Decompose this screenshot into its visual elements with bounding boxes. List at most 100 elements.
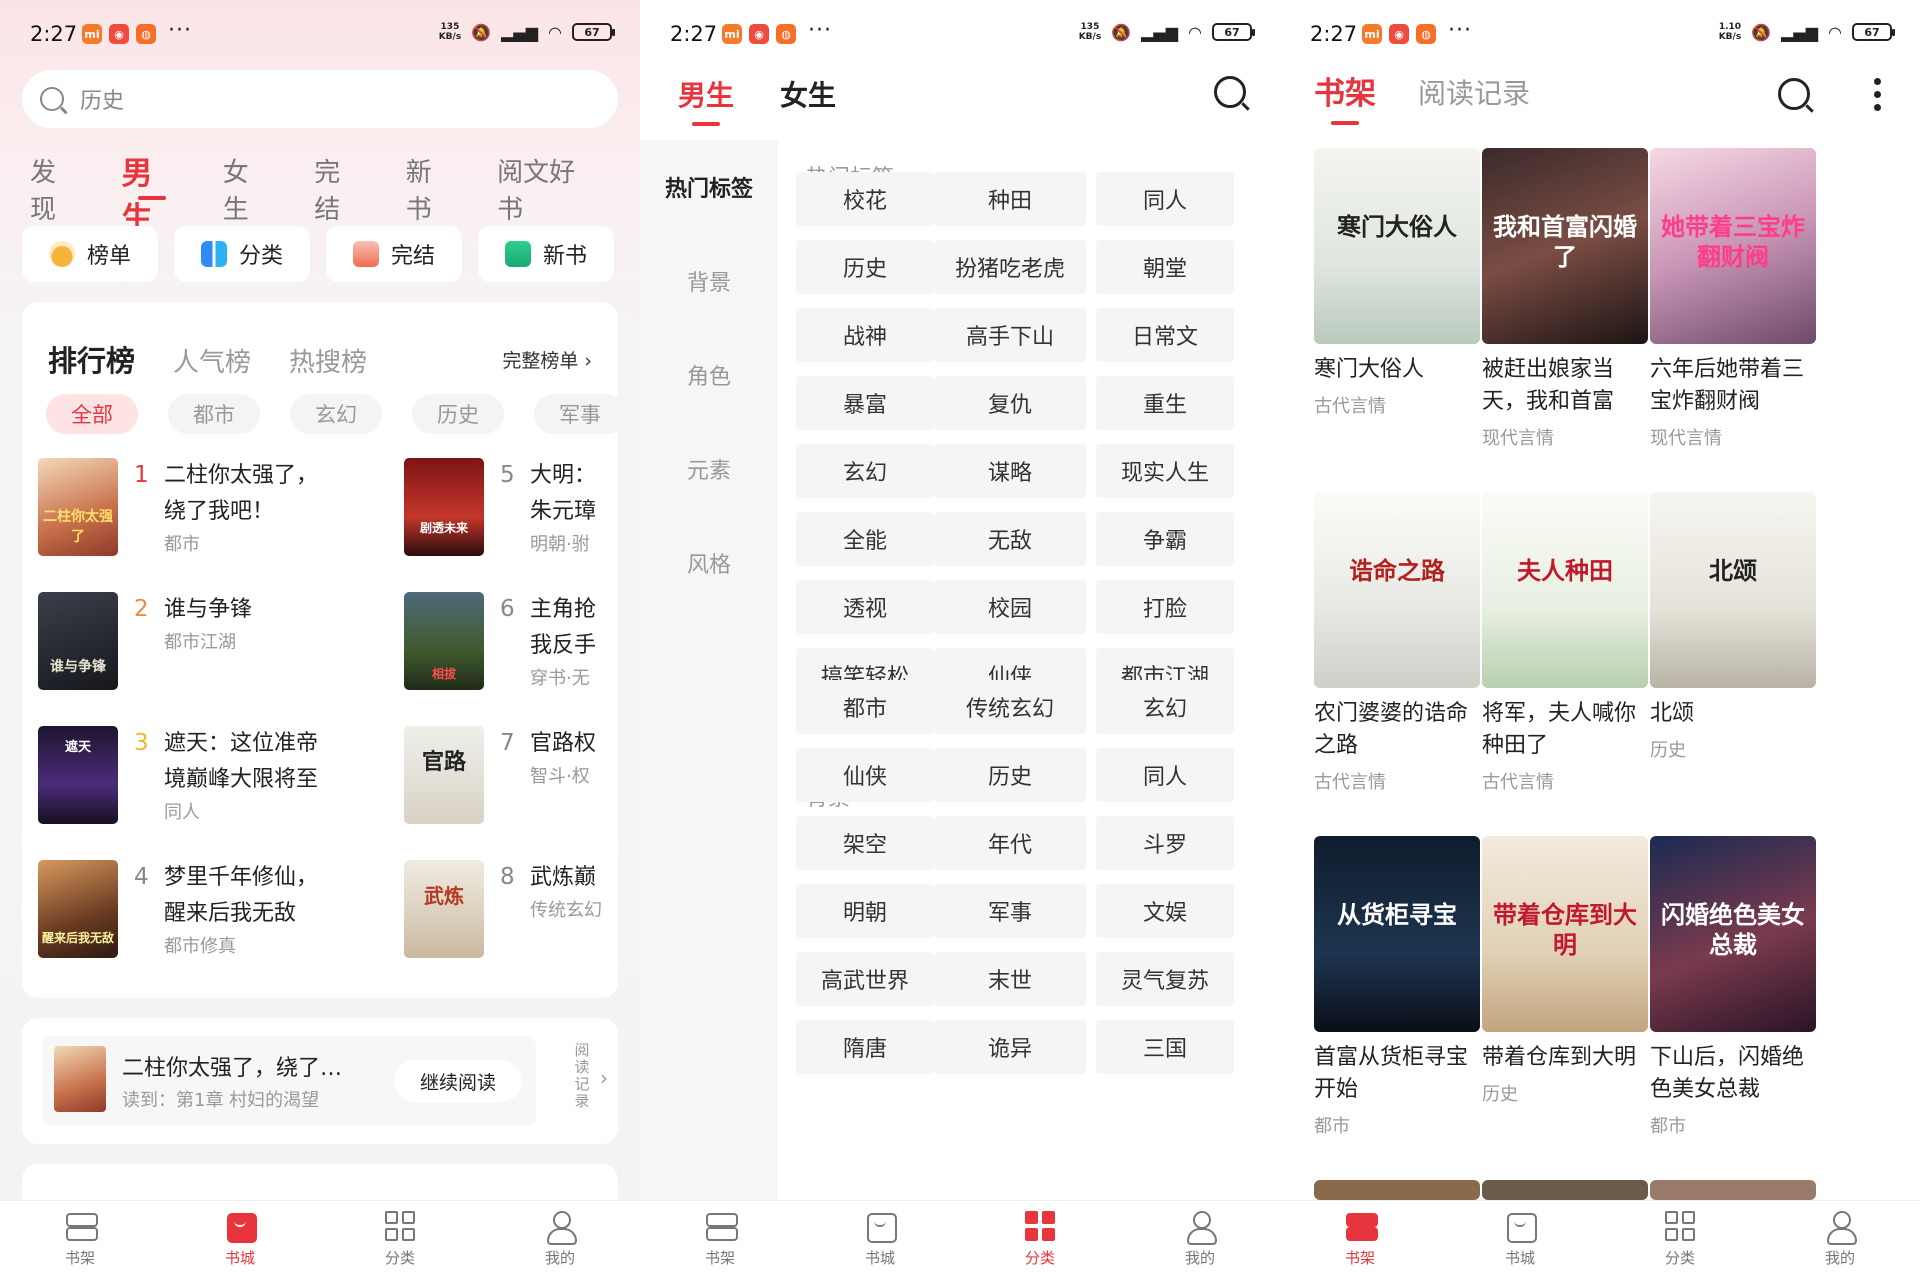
tag-chip[interactable]: 玄幻: [1096, 680, 1234, 734]
ranking-item[interactable]: 武炼 8 武炼巅 传统玄幻: [404, 860, 618, 970]
side-hot-tags[interactable]: 热门标签: [640, 140, 778, 234]
tag-chip[interactable]: 历史: [934, 748, 1086, 802]
tag-chip[interactable]: 种田: [934, 172, 1086, 226]
nav-category[interactable]: 分类: [960, 1201, 1120, 1280]
tag-chip[interactable]: 同人: [1096, 748, 1234, 802]
ranking-item[interactable]: 二柱你太强了 1 二柱你太强了，绕了我吧！ 都市: [38, 458, 338, 568]
tag-chip[interactable]: 灵气复苏: [1096, 952, 1234, 1006]
continue-reading-item[interactable]: 二柱你太强了，绕了… 读到：第1章 村妇的渴望 继续阅读: [42, 1036, 536, 1126]
chip-urban[interactable]: 都市: [168, 394, 260, 434]
nav-category[interactable]: 分类: [1600, 1201, 1760, 1280]
tab-bookshelf[interactable]: 书架: [1314, 68, 1376, 125]
side-role[interactable]: 角色: [640, 328, 778, 422]
nav-me[interactable]: 我的: [480, 1201, 640, 1280]
nav-bookstore[interactable]: 书城: [160, 1201, 320, 1280]
tab-reading-history[interactable]: 阅读记录: [1418, 72, 1530, 112]
bookshelf-book[interactable]: 带着仓库到大明 带着仓库到大明 历史: [1482, 836, 1648, 1106]
more-options-icon[interactable]: [1874, 78, 1882, 111]
bookshelf-book[interactable]: 闪婚绝色美女总裁 下山后，闪婚绝色美女总裁 都市: [1650, 836, 1816, 1138]
tab-ranking[interactable]: 排行榜: [48, 338, 135, 380]
tag-chip[interactable]: 三国: [1096, 1020, 1234, 1074]
tag-chip[interactable]: 打脸: [1096, 580, 1234, 634]
bookshelf-book[interactable]: 寒门大俗人 寒门大俗人 古代言情: [1314, 148, 1480, 418]
tag-chip[interactable]: 日常文: [1096, 308, 1234, 362]
tag-chip[interactable]: 斗罗: [1096, 816, 1234, 870]
book-cover[interactable]: [1314, 1180, 1480, 1200]
tag-chip[interactable]: 都市: [796, 680, 934, 734]
book-cover[interactable]: [1650, 1180, 1816, 1200]
category-button[interactable]: 分类: [174, 226, 310, 282]
side-background[interactable]: 背景: [640, 234, 778, 328]
tag-chip[interactable]: 仙侠: [796, 748, 934, 802]
book-cover[interactable]: [1482, 1180, 1648, 1200]
tag-chip[interactable]: 扮猪吃老虎: [934, 240, 1086, 294]
ranking-button[interactable]: 榜单: [22, 226, 158, 282]
tag-chip[interactable]: 校园: [934, 580, 1086, 634]
bookshelf-book[interactable]: 她带着三宝炸翻财阀 六年后她带着三宝炸翻财阀 现代言情: [1650, 148, 1816, 450]
tag-chip[interactable]: 诡异: [934, 1020, 1086, 1074]
tag-chip[interactable]: 同人: [1096, 172, 1234, 226]
nav-bookshelf[interactable]: 书架: [0, 1201, 160, 1280]
tag-chip[interactable]: 校花: [796, 172, 934, 226]
finished-button[interactable]: 完结: [326, 226, 462, 282]
tag-chip[interactable]: 战神: [796, 308, 934, 362]
tag-chip[interactable]: 重生: [1096, 376, 1234, 430]
ranking-item[interactable]: 剧透未来 5 大明：朱元璋 明朝·驸: [404, 458, 618, 568]
nav-bookstore[interactable]: 书城: [1440, 1201, 1600, 1280]
bookshelf-book[interactable]: 北颂 北颂 历史: [1650, 492, 1816, 762]
ranking-item[interactable]: 相拔 6 主角抢我反手 穿书·无: [404, 592, 618, 702]
tab-hot-search[interactable]: 热搜榜: [289, 342, 367, 379]
ranking-item[interactable]: 谁与争锋 2 谁与争锋 都市江湖: [38, 592, 338, 702]
tag-chip[interactable]: 传统玄幻: [934, 680, 1086, 734]
nav-me[interactable]: 我的: [1760, 1201, 1920, 1280]
tab-discover[interactable]: 发现: [30, 152, 81, 225]
ranking-item[interactable]: 遮天 3 遮天：这位准帝境巅峰大限将至 同人: [38, 726, 338, 836]
chip-history[interactable]: 历史: [412, 394, 504, 434]
ranking-item[interactable]: 官路 7 官路权 智斗·权: [404, 726, 618, 836]
side-style[interactable]: 风格: [640, 516, 778, 610]
tab-male[interactable]: 男生: [678, 74, 734, 126]
tab-female[interactable]: 女生: [780, 74, 836, 114]
chip-fantasy[interactable]: 玄幻: [290, 394, 382, 434]
tag-chip[interactable]: 末世: [934, 952, 1086, 1006]
tab-finished[interactable]: 完结: [314, 152, 365, 225]
tag-chip[interactable]: 文娱: [1096, 884, 1234, 938]
ranking-item[interactable]: 醒来后我无敌 4 梦里千年修仙，醒来后我无敌 都市修真: [38, 860, 338, 970]
continue-reading-button[interactable]: 继续阅读: [394, 1060, 522, 1102]
tag-chip[interactable]: 复仇: [934, 376, 1086, 430]
tag-chip[interactable]: 无敌: [934, 512, 1086, 566]
bookshelf-book[interactable]: 诰命之路 农门婆婆的诰命之路 古代言情: [1314, 492, 1480, 794]
tab-new[interactable]: 新书: [406, 152, 457, 225]
tag-chip[interactable]: 暴富: [796, 376, 934, 430]
tag-chip[interactable]: 历史: [796, 240, 934, 294]
bookshelf-book[interactable]: 夫人种田 将军，夫人喊你种田了 古代言情: [1482, 492, 1648, 794]
nav-bookshelf[interactable]: 书架: [1280, 1201, 1440, 1280]
tag-chip[interactable]: 高手下山: [934, 308, 1086, 362]
tab-female[interactable]: 女生: [223, 152, 274, 225]
reading-history-link[interactable]: 阅读记录: [572, 1042, 592, 1110]
bookshelf-book[interactable]: 从货柜寻宝 首富从货柜寻宝开始 都市: [1314, 836, 1480, 1138]
tag-chip[interactable]: 玄幻: [796, 444, 934, 498]
search-icon[interactable]: [1778, 78, 1810, 110]
tag-chip[interactable]: 朝堂: [1096, 240, 1234, 294]
tab-male[interactable]: 男生: [121, 148, 182, 237]
tag-chip[interactable]: 架空: [796, 816, 934, 870]
nav-bookstore[interactable]: 书城: [800, 1201, 960, 1280]
tag-chip[interactable]: 谋略: [934, 444, 1086, 498]
bookshelf-book[interactable]: 我和首富闪婚了 被赶出娘家当天，我和首富 现代言情: [1482, 148, 1648, 450]
nav-category[interactable]: 分类: [320, 1201, 480, 1280]
tag-chip[interactable]: 争霸: [1096, 512, 1234, 566]
tag-chip[interactable]: 全能: [796, 512, 934, 566]
tag-chip[interactable]: 隋唐: [796, 1020, 934, 1074]
tag-chip[interactable]: 高武世界: [796, 952, 934, 1006]
tag-chip[interactable]: 现实人生: [1096, 444, 1234, 498]
chip-all[interactable]: 全部: [46, 394, 138, 434]
chip-military[interactable]: 军事: [534, 394, 626, 434]
tag-chip[interactable]: 年代: [934, 816, 1086, 870]
side-element[interactable]: 元素: [640, 422, 778, 516]
tab-good-books[interactable]: 阅文好书: [497, 152, 600, 225]
new-books-button[interactable]: 新书: [478, 226, 614, 282]
tab-popular[interactable]: 人气榜: [173, 342, 251, 379]
nav-me[interactable]: 我的: [1120, 1201, 1280, 1280]
full-ranking-link[interactable]: 完整榜单 ›: [502, 346, 592, 373]
